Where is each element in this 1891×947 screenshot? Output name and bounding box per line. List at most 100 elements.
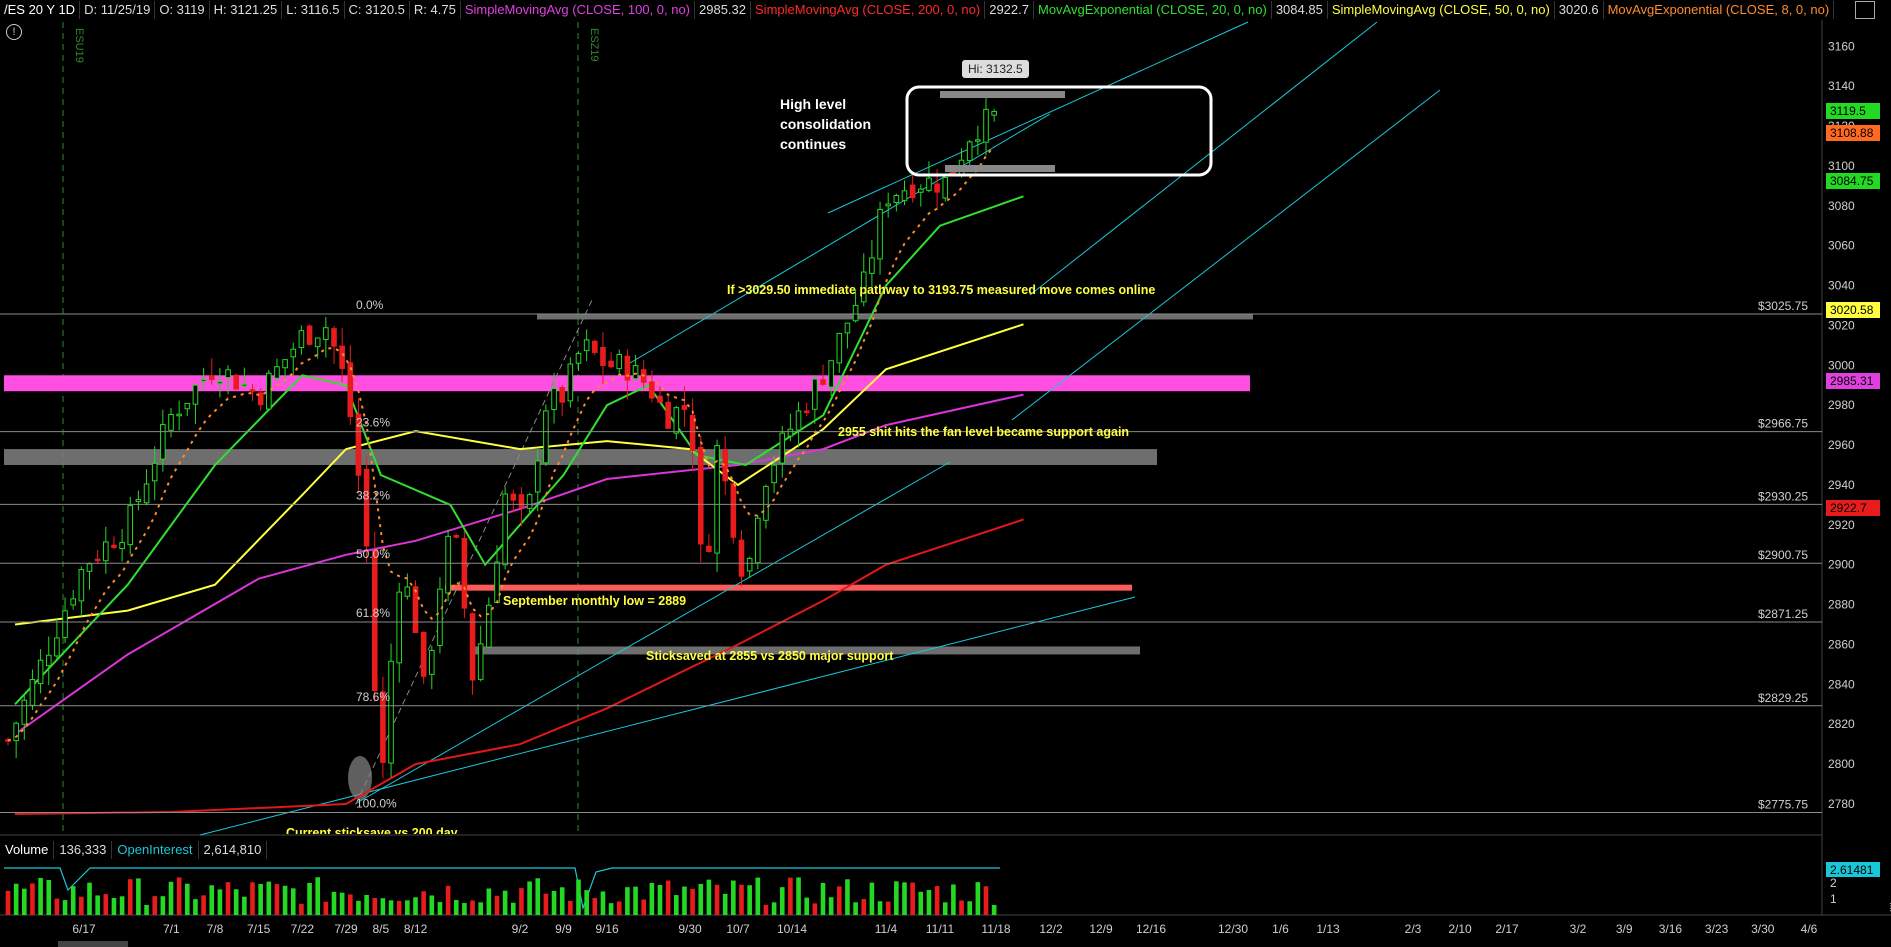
ytick-10: 2980 — [1828, 398, 1855, 412]
candle-body-56 — [461, 538, 468, 609]
volume-bar-20 — [168, 881, 174, 915]
zone-grey-2955 — [4, 449, 1157, 466]
volume-bar-50 — [413, 897, 418, 915]
candle-body-62 — [510, 493, 517, 501]
consolidation-rect — [905, 85, 1213, 177]
vol-scale-2: 2 — [1830, 876, 1837, 890]
price-chart[interactable]: ESU19 ESZ19 $3025.75 0.0% $2966.75 23.6% $293… — [0, 0, 1891, 947]
volume-bar-66 — [543, 893, 549, 915]
candle-body-3 — [29, 679, 36, 706]
candle-body-5 — [45, 654, 52, 667]
candle-body-47 — [388, 660, 394, 764]
expiration-label-0: ESU19 — [73, 28, 85, 63]
study-1[interactable]: SimpleMovingAvg (CLOSE, 200, 0, no) — [751, 1, 986, 19]
sidebar-toggle-icon[interactable] — [1855, 1, 1875, 19]
volume-bar-40 — [331, 891, 337, 915]
volume-bar-55 — [453, 900, 459, 915]
volume-bar-83 — [682, 886, 687, 915]
ma-line-1 — [14, 393, 1024, 736]
volume-bar-86 — [706, 879, 712, 915]
candle-body-52 — [429, 649, 435, 675]
alert-icon[interactable]: ! — [6, 24, 22, 40]
xtick-24: 2/10 — [1448, 922, 1472, 936]
ytick-8: 2940 — [1828, 478, 1855, 492]
candle-body-68 — [559, 387, 566, 403]
xtick-21: 1/6 — [1272, 922, 1289, 936]
volume-bar-116 — [951, 884, 956, 915]
date-axis: 6/17 7/1 7/8 7/15 7/22 7/29 8/5 8/12 9/2 9/9 9/16 9… — [58, 922, 1818, 947]
xtick-11: 9/30 — [678, 922, 702, 936]
volume-bars: 2.614812 1 — [4, 862, 1880, 915]
price-tag-text-1: 3108.88 — [1830, 126, 1874, 140]
candle-body-57 — [469, 613, 476, 681]
fan-line-5 — [1011, 89, 1441, 421]
volume-bar-94 — [771, 902, 777, 915]
candle-body-40 — [331, 328, 337, 347]
volume-bar-57 — [470, 900, 475, 915]
open-readout: O: 3119 — [155, 1, 210, 19]
volume-bar-67 — [551, 890, 557, 915]
fib-pct-5: 78.6% — [356, 690, 390, 704]
consolidation-bottom-band — [945, 165, 1055, 172]
volume-bar-1 — [13, 883, 19, 915]
candle-body-18 — [151, 462, 158, 482]
ytick-12: 3020 — [1828, 318, 1855, 332]
xtick-7: 8/12 — [404, 922, 428, 936]
candle-body-7 — [62, 610, 68, 638]
volume-bar-84 — [690, 888, 695, 915]
fib-price-5: $2829.25 — [1758, 691, 1808, 705]
candle-body-66 — [543, 410, 549, 464]
volume-bar-65 — [535, 878, 541, 915]
candle-body-107 — [877, 208, 883, 260]
study-2[interactable]: MovAvgExponential (CLOSE, 20, 0, no) — [1034, 1, 1272, 19]
current-sticksave-note: Current sticksave vs 200 day — [286, 826, 458, 834]
volume-bar-112 — [918, 891, 924, 915]
volume-bar-114 — [934, 886, 940, 915]
study-3[interactable]: SimpleMovingAvg (CLOSE, 50, 0, no) — [1328, 1, 1555, 19]
volume-bar-62 — [511, 902, 516, 915]
ytick-11: 3000 — [1828, 358, 1855, 372]
volume-bar-118 — [967, 901, 972, 915]
symbol-label[interactable]: /ES 20 Y 1D — [0, 1, 81, 19]
candle-body-94 — [771, 464, 777, 484]
candle-body-38 — [314, 337, 321, 348]
consolidation-box — [905, 85, 1213, 177]
candle-body-121 — [991, 110, 997, 116]
volume-bar-25 — [209, 885, 215, 915]
xtick-26: 3/2 — [1570, 922, 1587, 936]
candle-body-59 — [486, 604, 492, 648]
xtick-14: 11/4 — [875, 922, 898, 936]
candle-body-118 — [966, 141, 973, 162]
volume-bar-47 — [388, 900, 394, 915]
study-0[interactable]: SimpleMovingAvg (CLOSE, 100, 0, no) — [461, 1, 696, 19]
volume-bar-104 — [853, 902, 858, 915]
volume-bar-43 — [356, 900, 361, 915]
xtick-22: 1/13 — [1316, 922, 1340, 936]
candle-body-113 — [926, 177, 932, 191]
volume-bar-98 — [804, 897, 809, 915]
candle-body-35 — [290, 348, 297, 358]
volume-bar-52 — [429, 895, 435, 915]
study-value-3: 3020.6 — [1555, 1, 1604, 19]
study-4[interactable]: MovAvgExponential (CLOSE, 8, 0, no) — [1604, 1, 1835, 19]
candle-body-34 — [282, 359, 288, 369]
volume-bar-87 — [714, 884, 720, 915]
xtick-3: 7/15 — [247, 922, 271, 936]
candle-body-102 — [836, 332, 843, 364]
sticksave-marker — [348, 756, 372, 800]
candle-body-53 — [437, 588, 443, 647]
candle-body-54 — [445, 535, 451, 594]
volume-bar-58 — [478, 902, 483, 915]
volume-bar-120 — [983, 886, 989, 915]
fib-pct-4: 61.8% — [356, 606, 390, 620]
candle-body-81 — [665, 401, 671, 429]
candle-body-17 — [143, 483, 150, 504]
xtick-31: 4/6 — [1801, 922, 1818, 936]
study-value-1: 2922.7 — [985, 1, 1034, 19]
xtick-25: 2/17 — [1495, 922, 1519, 936]
volume-bar-37 — [307, 882, 312, 915]
candle-body-75 — [616, 353, 623, 370]
candle-body-23 — [192, 384, 199, 405]
ytick-5: 2880 — [1828, 598, 1855, 612]
xtick-29: 3/23 — [1705, 922, 1729, 936]
